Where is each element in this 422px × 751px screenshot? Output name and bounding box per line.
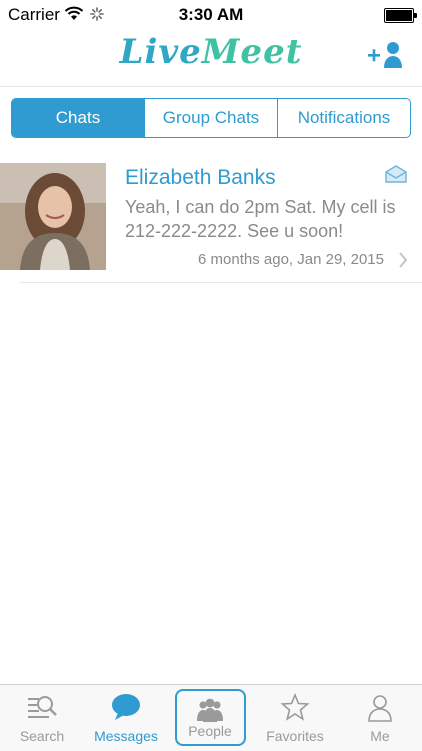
tab-favorites-label: Favorites xyxy=(266,728,324,744)
avatar xyxy=(0,163,106,270)
message-timestamp: 6 months ago, Jan 29, 2015 xyxy=(198,251,384,268)
segmented-control: Chats Group Chats Notifications xyxy=(11,98,411,138)
status-bar: Carrier 3:30 AM xyxy=(0,0,422,30)
message-preview: Yeah, I can do 2pm Sat. My cell is 212-2… xyxy=(125,197,396,241)
tab-people-label: People xyxy=(188,723,232,739)
people-icon xyxy=(197,698,223,722)
chat-list-item[interactable]: Elizabeth Banks Yeah, I can do 2pm Sat. … xyxy=(0,163,422,283)
tab-me-label: Me xyxy=(370,728,390,744)
tab-messages-label: Messages xyxy=(94,728,158,744)
person-icon xyxy=(368,695,392,722)
segment-chats[interactable]: Chats xyxy=(12,99,145,137)
logo-meet-text: Meet xyxy=(201,32,303,72)
tab-search-label: Search xyxy=(19,728,65,744)
chevron-right-icon xyxy=(399,252,408,268)
chat-bubble-icon xyxy=(112,694,140,720)
avatar-photo xyxy=(0,163,106,270)
segment-group-chats[interactable]: Group Chats xyxy=(145,99,278,137)
tab-bar: Search Messages People Favorites Me xyxy=(0,684,422,751)
mail-icon xyxy=(385,165,407,183)
nav-bar: LiveMeet xyxy=(0,30,422,87)
tab-people[interactable]: People xyxy=(175,685,246,751)
add-user-icon[interactable] xyxy=(366,38,406,74)
star-icon xyxy=(280,693,310,721)
segment-notifications[interactable]: Notifications xyxy=(278,99,410,137)
status-time: 3:30 AM xyxy=(178,5,244,24)
app-logo: LiveMeet xyxy=(0,32,422,72)
battery-icon xyxy=(384,8,417,23)
contact-name: Elizabeth Banks xyxy=(125,166,276,189)
tab-messages[interactable]: Messages xyxy=(84,685,168,751)
tab-search[interactable]: Search xyxy=(0,685,84,751)
row-divider xyxy=(20,282,422,283)
logo-live-text: Live xyxy=(119,32,202,72)
tab-me[interactable]: Me xyxy=(338,685,422,751)
tab-favorites[interactable]: Favorites xyxy=(253,685,337,751)
search-icon xyxy=(28,696,57,718)
